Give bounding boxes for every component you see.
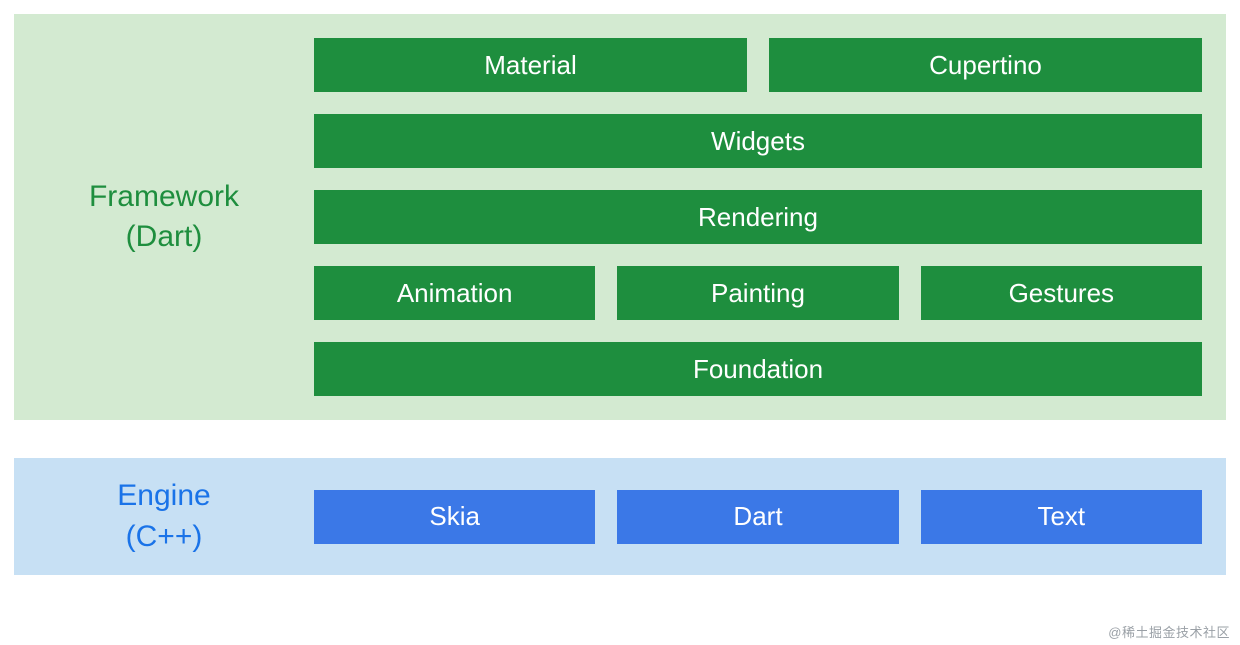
block-animation: Animation <box>314 266 595 320</box>
block-material: Material <box>314 38 747 92</box>
block-text: Text <box>921 490 1202 544</box>
watermark: @稀土掘金技术社区 <box>1108 622 1230 641</box>
framework-rows: Material Cupertino Widgets Rendering Ani… <box>314 38 1202 396</box>
engine-panel: Engine (C++) Skia Dart Text <box>14 458 1226 575</box>
framework-panel: Framework (Dart) Material Cupertino Widg… <box>14 14 1226 420</box>
framework-row-3: Rendering <box>314 190 1202 244</box>
framework-row-2: Widgets <box>314 114 1202 168</box>
engine-row-1: Skia Dart Text <box>314 490 1202 544</box>
framework-label-line2: (Dart) <box>126 220 203 253</box>
block-painting: Painting <box>617 266 898 320</box>
engine-label-line1: Engine <box>117 479 210 512</box>
block-skia: Skia <box>314 490 595 544</box>
framework-row-4: Animation Painting Gestures <box>314 266 1202 320</box>
block-gestures: Gestures <box>921 266 1202 320</box>
block-widgets: Widgets <box>314 114 1202 168</box>
framework-label-line1: Framework <box>89 180 239 213</box>
block-rendering: Rendering <box>314 190 1202 244</box>
block-foundation: Foundation <box>314 342 1202 396</box>
framework-label: Framework (Dart) <box>14 177 314 258</box>
block-dart: Dart <box>617 490 898 544</box>
block-cupertino: Cupertino <box>769 38 1202 92</box>
engine-rows: Skia Dart Text <box>314 490 1202 544</box>
engine-label-line2: (C++) <box>126 520 203 553</box>
framework-row-5: Foundation <box>314 342 1202 396</box>
framework-row-1: Material Cupertino <box>314 38 1202 92</box>
engine-label: Engine (C++) <box>14 476 314 557</box>
